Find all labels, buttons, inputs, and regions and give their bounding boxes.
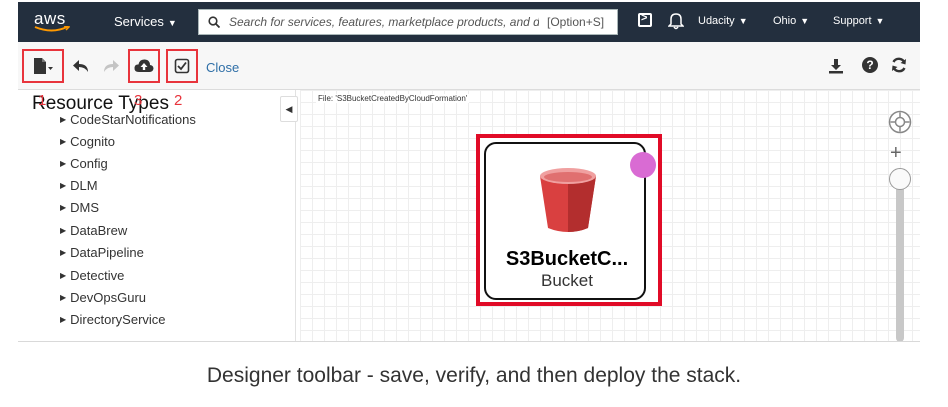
triangle-left-icon: ◀ [285, 104, 293, 114]
bell-icon[interactable] [668, 12, 684, 30]
file-menu-button[interactable] [22, 49, 64, 83]
triangle-right-icon: ▶ [60, 271, 67, 280]
download-icon[interactable] [828, 58, 844, 74]
designer-toolbar: Close ? [18, 42, 920, 90]
node-card: S3BucketC... Bucket [484, 142, 646, 300]
services-menu[interactable]: Services ▼ [114, 14, 177, 29]
undo-button[interactable] [70, 49, 92, 83]
caret-down-icon: ▼ [800, 16, 810, 26]
s3-bucket-icon [540, 168, 596, 232]
node-type: Bucket [541, 271, 593, 290]
cloudformation-designer: aws Services▼ [Option+S] > Udacity▼ O [18, 2, 920, 342]
annotation-number-validate: 2 [174, 92, 183, 109]
redo-icon [104, 60, 119, 72]
tree-item-label: DevOpsGuru [70, 290, 147, 305]
tree-item-directoryservice[interactable]: ▶ DirectoryService [60, 312, 166, 327]
tree-item-label: Config [70, 156, 108, 171]
tree-item-config[interactable]: ▶ Config [60, 156, 108, 171]
tree-item-datapipeline[interactable]: ▶ DataPipeline [60, 245, 144, 260]
tree-item-devopsguru[interactable]: ▶ DevOpsGuru [60, 290, 146, 305]
validate-template-button[interactable] [166, 49, 198, 83]
file-name-label: File: 'S3BucketCreatedByCloudFormation' [316, 94, 470, 103]
zoom-in-icon[interactable]: + [890, 142, 902, 165]
zoom-slider-handle[interactable] [889, 168, 911, 190]
tree-item-dms[interactable]: ▶ DMS [60, 200, 99, 215]
resource-types-panel: Resource Types ▶ CodeStarNotifications ▶ C… [18, 90, 296, 341]
caret-down-icon: ▼ [167, 18, 177, 28]
tree-item-cognito[interactable]: ▶ Cognito [60, 134, 115, 149]
figure-caption: Designer toolbar - save, verify, and the… [206, 364, 742, 387]
caret-down-icon: ▼ [738, 16, 748, 26]
services-label: Services [114, 14, 164, 29]
zoom-slider-track[interactable] [896, 174, 904, 341]
region-menu[interactable]: Ohio ▼ [773, 15, 809, 27]
triangle-right-icon: ▶ [60, 315, 67, 324]
tree-item-label: Cognito [70, 134, 115, 149]
tree-item-label: DirectoryService [70, 312, 166, 327]
zoom-fit-icon[interactable] [888, 110, 912, 134]
close-link[interactable]: Close [206, 60, 239, 75]
refresh-icon[interactable] [890, 56, 908, 74]
triangle-right-icon: ▶ [60, 115, 67, 124]
logo-smile-icon [34, 26, 70, 32]
tree-item-label: DLM [70, 178, 98, 193]
checkbox-icon [174, 58, 190, 74]
triangle-right-icon: ▶ [60, 203, 67, 212]
aws-top-nav: aws Services▼ [Option+S] > Udacity▼ O [18, 2, 920, 42]
cloud-upload-icon [134, 59, 154, 72]
account-menu[interactable]: Udacity ▼ [698, 15, 748, 27]
triangle-right-icon: ▶ [60, 248, 67, 257]
account-label: Udacity [698, 15, 735, 27]
design-canvas[interactable]: File: 'S3BucketCreatedByCloudFormation' … [300, 90, 920, 341]
tree-item-label: CodeStarNotifications [70, 112, 196, 127]
cloudshell-icon[interactable]: > [638, 12, 652, 27]
node-link-handle[interactable] [630, 152, 656, 178]
triangle-right-icon: ▶ [60, 137, 67, 146]
tree-item-dlm[interactable]: ▶ DLM [60, 178, 98, 193]
s3-bucket-node[interactable]: S3BucketC... Bucket [476, 134, 662, 306]
caret-down-icon: ▼ [875, 16, 885, 26]
tree-item-label: DMS [70, 200, 100, 215]
collapse-panel-button[interactable]: ◀ [280, 96, 298, 122]
triangle-right-icon: ▶ [60, 226, 67, 235]
tree-item-codestarnotifications[interactable]: ▶ CodeStarNotifications [60, 112, 196, 127]
triangle-right-icon: ▶ [60, 159, 67, 168]
triangle-right-icon: ▶ [60, 181, 67, 190]
create-stack-button[interactable] [128, 49, 160, 83]
file-icon [34, 58, 53, 74]
support-menu[interactable]: Support ▼ [833, 15, 884, 27]
tree-item-label: DataPipeline [70, 245, 144, 260]
triangle-right-icon: ▶ [60, 293, 67, 302]
undo-icon [73, 60, 88, 72]
tree-item-label: Detective [70, 268, 125, 283]
support-label: Support [833, 15, 872, 27]
search-shortcut: [Option+S] [547, 15, 605, 29]
tree-item-databrew[interactable]: ▶ DataBrew [60, 223, 127, 238]
annotation-number-create-stack: 3 [134, 92, 143, 109]
search-box[interactable]: [Option+S] [198, 9, 618, 35]
aws-logo[interactable]: aws [30, 6, 74, 36]
search-icon [208, 16, 220, 28]
region-label: Ohio [773, 15, 797, 27]
annotation-number-file: 1 [38, 92, 47, 109]
search-input[interactable] [229, 10, 539, 34]
help-icon[interactable]: ? [862, 57, 878, 73]
redo-button[interactable] [100, 49, 122, 83]
tree-item-label: DataBrew [70, 223, 128, 238]
tree-item-detective[interactable]: ▶ Detective [60, 268, 124, 283]
node-name: S3BucketC... [505, 248, 629, 270]
